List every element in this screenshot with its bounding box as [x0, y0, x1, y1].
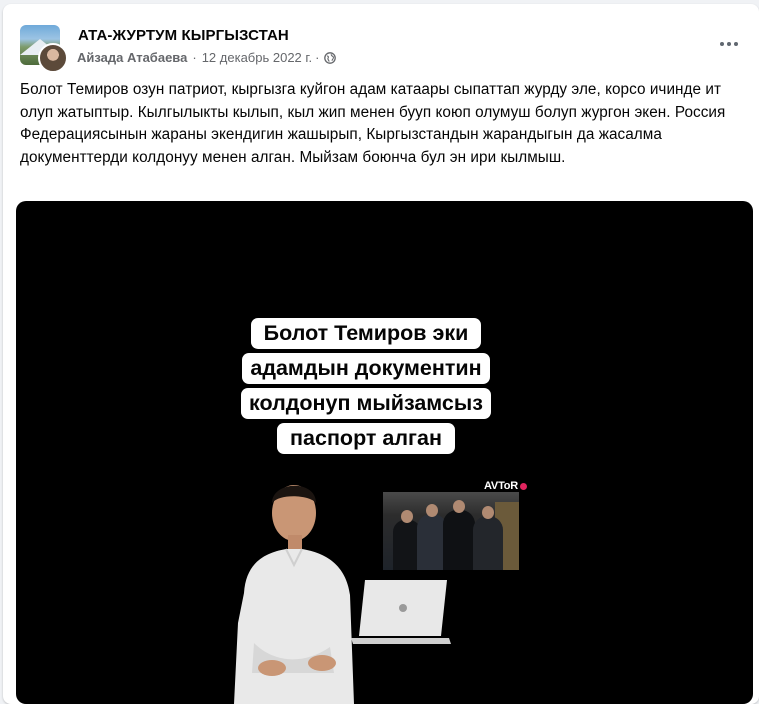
video-caption: Болот Темиров эки адамдын документин кол…	[236, 318, 496, 458]
caption-line: адамдын документин	[242, 353, 490, 384]
author-link[interactable]: Айзада Атабаева	[77, 50, 187, 65]
caption-line: колдонуп мыйзамсыз	[241, 388, 491, 419]
caption-line: Болот Темиров эки	[250, 318, 482, 349]
brand-logo-text: AVToR	[484, 480, 519, 492]
caption-line: паспорт алган	[277, 423, 455, 454]
post-date[interactable]: 12 декабрь 2022 г.	[202, 50, 312, 65]
meta-separator: ·	[315, 50, 320, 65]
more-horizontal-icon	[720, 42, 724, 46]
meta-separator: ·	[192, 50, 197, 65]
post-text: Болот Темиров озун патриот, кыргызга куй…	[20, 81, 726, 166]
video-player[interactable]: Болот Темиров эки адамдын документин кол…	[16, 201, 753, 704]
presenter-image	[234, 485, 354, 704]
post-meta: Айзада Атабаева · 12 декабрь 2022 г. ·	[77, 50, 336, 65]
brand-dot-icon	[520, 482, 528, 490]
laptop-image	[351, 580, 451, 644]
more-options-button[interactable]	[713, 32, 745, 56]
brand-logo: AVToR	[484, 480, 528, 492]
post-card: АТА-ЖУРТУМ КЫРГЫЗСТАН Айзада Атабаева · …	[3, 4, 759, 704]
globe-icon[interactable]	[323, 51, 336, 64]
video-inset-image	[383, 492, 519, 570]
user-avatar[interactable]	[38, 43, 68, 73]
post-avatar[interactable]	[20, 25, 69, 74]
more-dot	[734, 42, 738, 46]
group-name-link[interactable]: АТА-ЖУРТУМ КЫРГЫЗСТАН	[78, 27, 289, 44]
more-dot	[727, 42, 731, 46]
